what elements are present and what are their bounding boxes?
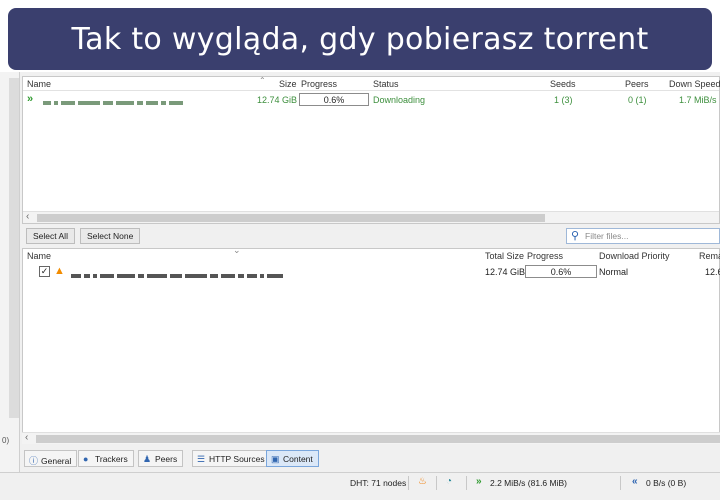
sort-caret-icon: ⌄	[233, 245, 241, 255]
sidebar-scrollbar[interactable]	[9, 78, 19, 418]
files-list-hscrollbar[interactable]: ‹	[22, 432, 720, 444]
info-icon: ⓘ	[29, 456, 39, 466]
sidebar-strip: 0)	[0, 72, 20, 472]
downloading-arrow-icon: »	[27, 93, 34, 105]
status-bar: DHT: 71 nodes ♨ ◔ » 2.2 MiB/s (81.6 MiB)…	[0, 472, 720, 492]
file-progress: 0.6%	[525, 265, 597, 278]
select-none-button[interactable]: Select None	[80, 228, 141, 244]
tab-http-sources[interactable]: ☰ HTTP Sources	[192, 450, 271, 467]
dht-nodes: DHT: 71 nodes	[350, 478, 407, 488]
scroll-left-icon[interactable]: ‹	[25, 432, 28, 443]
files-toolbar: Select All Select None ⚲ Filter files...	[22, 226, 720, 246]
scroll-left-icon[interactable]: ‹	[26, 211, 29, 222]
file-name-redacted	[71, 270, 286, 280]
torrent-list: Name ⌃ Size Progress Status Seeds Peers …	[22, 76, 720, 224]
col-total-size[interactable]: Total Size	[485, 251, 524, 261]
status-divider	[436, 476, 437, 490]
col-remaining[interactable]: Rema	[699, 251, 720, 261]
tab-general[interactable]: ⓘ General	[24, 450, 78, 467]
pin-icon: ●	[83, 454, 89, 464]
torrent-name-redacted	[43, 97, 186, 105]
tab-trackers-label: Trackers	[95, 454, 128, 464]
title-banner: Tak to wygląda, gdy pobierasz torrent	[8, 8, 712, 70]
download-speed[interactable]: 2.2 MiB/s (81.6 MiB)	[490, 478, 567, 488]
filter-files-input[interactable]: ⚲ Filter files...	[566, 228, 720, 244]
speed-limit-icon[interactable]: ◔	[446, 476, 452, 487]
scroll-thumb[interactable]	[37, 214, 545, 222]
torrent-down-speed: 1.7 MiB/s	[679, 95, 717, 105]
filter-placeholder: Filter files...	[585, 231, 629, 241]
select-all-button[interactable]: Select All	[26, 228, 75, 244]
properties-tabs: ⓘ General ● Trackers ♟ Peers ☰ HTTP Sources …	[22, 450, 720, 468]
tab-content-label: Content	[283, 454, 313, 464]
scroll-thumb[interactable]	[36, 435, 720, 443]
col-name[interactable]: Name	[27, 79, 51, 89]
col-progress[interactable]: Progress	[301, 79, 337, 89]
vlc-file-icon: ▲	[54, 265, 65, 277]
banner-title: Tak to wygląda, gdy pobierasz torrent	[71, 21, 649, 57]
col-status[interactable]: Status	[373, 79, 399, 89]
col-priority[interactable]: Download Priority	[599, 251, 670, 261]
tab-general-label: General	[41, 456, 72, 466]
tab-peers[interactable]: ♟ Peers	[138, 450, 184, 467]
status-divider	[466, 476, 467, 490]
sidebar-edge-text: 0)	[2, 436, 10, 445]
file-total-size: 12.74 GiB	[485, 267, 526, 277]
file-priority[interactable]: Normal	[599, 267, 628, 277]
torrent-size: 12.74 GiB	[257, 95, 298, 105]
tab-trackers[interactable]: ● Trackers	[78, 450, 134, 467]
torrent-progress: 0.6%	[299, 93, 369, 106]
download-arrow-icon: »	[476, 476, 482, 487]
tab-content[interactable]: ▣ Content	[266, 450, 319, 467]
upload-speed[interactable]: 0 B/s (0 B)	[646, 478, 686, 488]
torrent-client-window: 0) Name ⌃ Size Progress Status Seeds Pee…	[0, 72, 720, 500]
col-down-speed[interactable]: Down Speed	[669, 79, 720, 89]
torrent-peers: 0 (1)	[628, 95, 647, 105]
col-file-progress[interactable]: Progress	[527, 251, 563, 261]
upload-arrow-icon: «	[632, 476, 638, 487]
status-divider	[408, 476, 409, 490]
col-file-name[interactable]: Name	[27, 251, 51, 261]
file-remaining: 12.6	[705, 267, 720, 277]
list-item[interactable]: ✓ ▲ 12.74 GiB 0.6% Normal 12.6	[23, 265, 720, 280]
col-seeds[interactable]: Seeds	[550, 79, 576, 89]
database-icon: ☰	[197, 454, 206, 464]
col-peers[interactable]: Peers	[625, 79, 649, 89]
col-size[interactable]: Size	[279, 79, 297, 89]
torrent-seeds: 1 (3)	[554, 95, 573, 105]
search-icon: ⚲	[571, 230, 580, 242]
folder-icon: ▣	[271, 454, 280, 464]
table-row[interactable]: » 12.74 GiB 0.6% Downloading 1 (3) 0 (1)…	[23, 93, 719, 107]
tab-peers-label: Peers	[155, 454, 178, 464]
sort-caret-icon: ⌃	[259, 76, 266, 85]
status-divider	[620, 476, 621, 490]
people-icon: ♟	[143, 454, 152, 464]
torrent-status: Downloading	[373, 95, 426, 105]
file-checkbox[interactable]: ✓	[39, 266, 50, 277]
files-list: Name ⌄ Total Size Progress Download Prio…	[22, 245, 720, 444]
tab-http-sources-label: HTTP Sources	[209, 454, 265, 464]
files-list-header: Name ⌄ Total Size Progress Download Prio…	[23, 245, 720, 263]
torrent-list-hscrollbar[interactable]: ‹	[23, 211, 719, 223]
torrent-list-header: Name ⌃ Size Progress Status Seeds Peers …	[23, 76, 720, 91]
flame-icon[interactable]: ♨	[418, 476, 427, 487]
